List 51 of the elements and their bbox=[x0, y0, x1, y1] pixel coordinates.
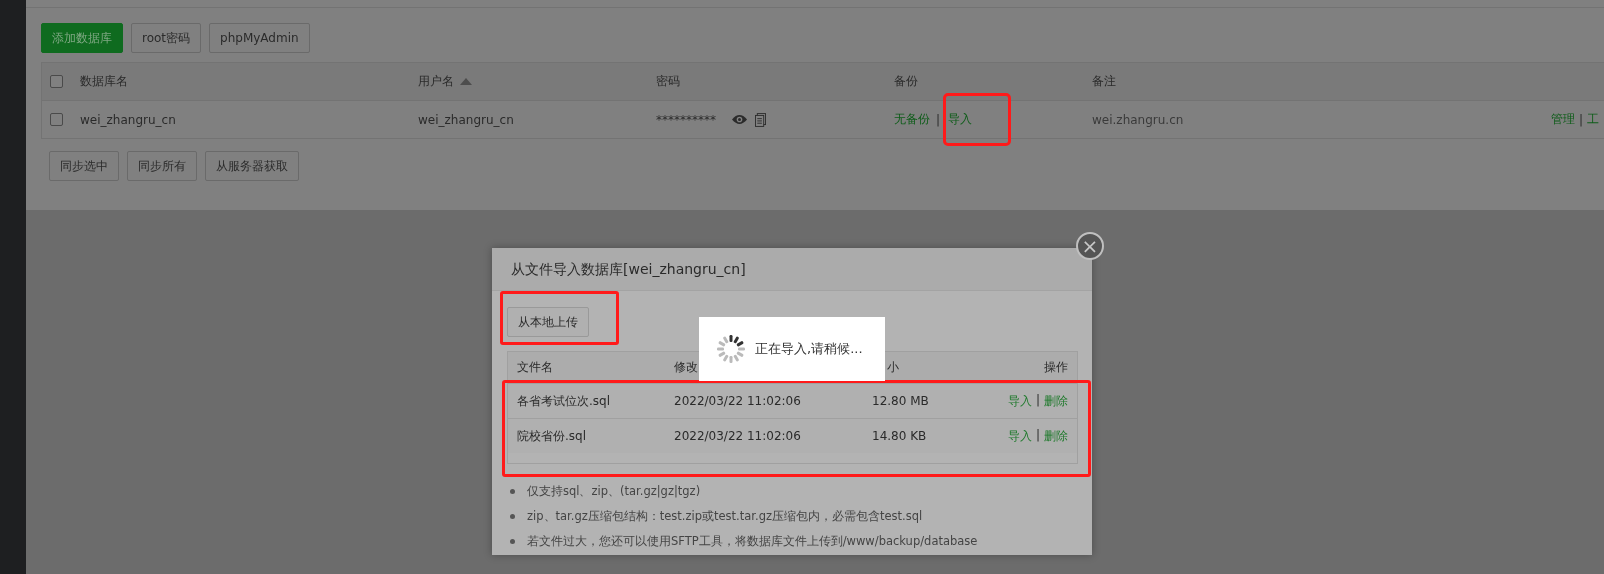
separator: | bbox=[1035, 392, 1040, 409]
note-text: zip、tar.gz压缩包结构：test.zip或test.tar.gz压缩包内，必需包含test.sql bbox=[527, 509, 923, 524]
loading-message: 正在导入,请稍候... bbox=[755, 340, 863, 358]
note-text: 若文件过大，您还可以使用SFTP工具，将数据库文件上传到/www/backup/database bbox=[527, 534, 978, 549]
copy-icon[interactable] bbox=[755, 112, 766, 127]
eye-icon[interactable] bbox=[732, 114, 747, 125]
column-header[interactable]: 备份 bbox=[894, 73, 918, 90]
column-header[interactable]: 密码 bbox=[656, 73, 680, 90]
column-header[interactable]: 数据库名 bbox=[80, 73, 128, 90]
separator: | bbox=[1579, 112, 1584, 127]
delete-link[interactable]: 删除 bbox=[1044, 392, 1068, 410]
separator: | bbox=[936, 112, 941, 127]
action-link[interactable]: 管理 bbox=[1551, 111, 1575, 128]
upload-button[interactable]: 从本地上传 bbox=[507, 307, 589, 337]
file-name: 各省考试位次.sql bbox=[517, 392, 612, 410]
sort-arrow-icon[interactable] bbox=[460, 78, 472, 85]
sync-button[interactable]: 同步选中 bbox=[49, 151, 119, 181]
delete-link[interactable]: 删除 bbox=[1044, 427, 1068, 445]
import-link[interactable]: 导入 bbox=[1007, 392, 1032, 410]
file-name: 院校省份.sql bbox=[517, 427, 588, 445]
bullet-icon bbox=[510, 539, 515, 544]
sync-button[interactable]: 从服务器获取 bbox=[205, 151, 299, 181]
sync-button[interactable]: 同步所有 bbox=[127, 151, 197, 181]
toolbar-button[interactable]: root密码 bbox=[131, 23, 202, 53]
loading-spinner-icon bbox=[716, 334, 746, 364]
action-link[interactable]: 工 bbox=[1587, 111, 1600, 128]
table-cell: wei_zhangru_cn bbox=[418, 112, 514, 127]
backup-status[interactable]: 无备份 bbox=[894, 111, 930, 128]
toolbar-button[interactable]: phpMyAdmin bbox=[209, 23, 310, 53]
column-header: 操作 bbox=[1043, 359, 1068, 376]
column-header[interactable]: 备注 bbox=[1092, 73, 1116, 90]
separator: | bbox=[1035, 427, 1040, 444]
file-size: 12.80 MB bbox=[872, 394, 930, 408]
file-size: 14.80 KB bbox=[872, 429, 928, 443]
column-header: 文件名 bbox=[517, 359, 554, 376]
password-text: ********** bbox=[656, 112, 716, 127]
toolbar-button[interactable]: 添加数据库 bbox=[41, 23, 123, 53]
note-text: 仅支持sql、zip、(tar.gz|gz|tgz) bbox=[527, 484, 701, 499]
file-date: 2022/03/22 11:02:06 bbox=[674, 429, 802, 443]
column-header: 修改 bbox=[674, 359, 699, 376]
bullet-icon bbox=[510, 514, 515, 519]
bullet-icon bbox=[510, 489, 515, 494]
import-link[interactable]: 导入 bbox=[946, 96, 1009, 143]
checkbox[interactable] bbox=[50, 75, 63, 88]
table-cell: wei_zhangru_cn bbox=[80, 112, 176, 127]
import-link[interactable]: 导入 bbox=[1007, 427, 1032, 445]
column-header: 小 bbox=[886, 359, 900, 376]
column-header[interactable]: 用户名 bbox=[418, 73, 472, 90]
file-date: 2022/03/22 11:02:06 bbox=[674, 394, 802, 408]
table-cell: wei.zhangru.cn bbox=[1092, 112, 1184, 127]
checkbox[interactable] bbox=[50, 113, 63, 126]
